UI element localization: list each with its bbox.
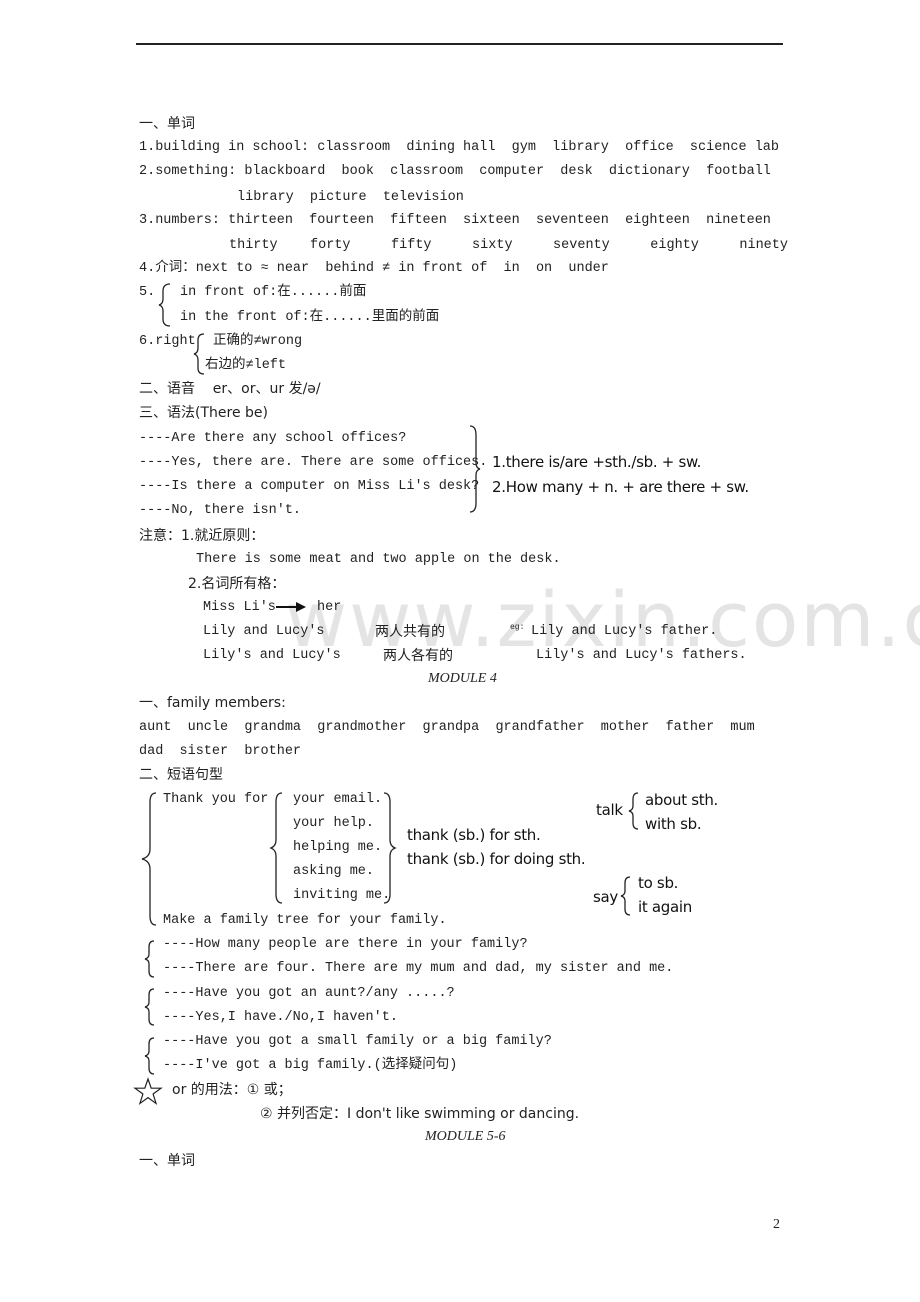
- thank-object: your email.: [293, 792, 383, 807]
- item-5-line-a: in front of:在......前面: [180, 285, 367, 300]
- possessive-heading: 2.名词所有格：: [188, 576, 286, 592]
- dialog-line: ----Yes, there are. There are some offic…: [139, 455, 488, 470]
- or-usage-2: ② 并列否定：I don't like swimming or dancing.: [260, 1106, 580, 1122]
- item-6-line-b: 右边的≠left: [205, 358, 287, 373]
- page-number: 2: [773, 1217, 780, 1232]
- thank-you-for: Thank you for: [163, 792, 269, 807]
- dialog-line: ----Have you got a small family or a big…: [163, 1034, 552, 1049]
- possessive-row-left: Lily's and Lucy's: [203, 648, 341, 663]
- vocab-line-something-cont: library picture television: [237, 190, 464, 205]
- dialog-line: ----Is there a computer on Miss Li's des…: [139, 479, 480, 494]
- family-words-line: dad sister brother: [139, 744, 302, 759]
- say-item: to sb.: [638, 874, 679, 892]
- module-title: MODULE 5-6: [425, 1129, 506, 1144]
- left-brace-icon: [269, 792, 283, 904]
- left-brace-icon: [158, 283, 171, 327]
- thank-rule: thank (sb.) for doing sth.: [407, 850, 586, 868]
- vocab-line-numbers: 3.numbers: thirteen fourteen fifteen six…: [139, 213, 771, 228]
- family-heading: 一、family members:: [139, 695, 286, 711]
- talk-item: with sb.: [645, 815, 702, 833]
- item-6-line-a: 正确的≠wrong: [213, 334, 303, 349]
- dialog-line: ----Have you got an aunt?/any .....?: [163, 986, 455, 1001]
- phrases-heading: 二、短语句型: [139, 767, 223, 783]
- vocab-line-prepositions: 4.介词：next to ≈ near behind ≠ in front of…: [139, 261, 609, 276]
- possessive-pronoun: her: [317, 600, 342, 615]
- module-title: MODULE 4: [428, 671, 497, 686]
- grammar-rule: 2.How many + n. + are there + sw.: [492, 478, 749, 496]
- right-brace-icon: [469, 425, 481, 513]
- thank-object: asking me.: [293, 864, 375, 879]
- possessive-row-meaning: 两人共有的: [375, 624, 445, 640]
- dialog-line: ----There are four. There are my mum and…: [163, 961, 674, 976]
- dialog-line: ----I've got a big family.(选择疑问句): [163, 1058, 458, 1073]
- left-brace-icon: [144, 940, 155, 978]
- talk-verb: talk: [596, 801, 623, 819]
- arrow-right-icon: [276, 602, 306, 612]
- say-verb: say: [593, 888, 618, 906]
- right-brace-icon: [383, 792, 397, 904]
- talk-item: about sth.: [645, 791, 719, 809]
- left-brace-icon: [141, 792, 157, 926]
- left-brace-icon: [144, 1037, 155, 1075]
- section-heading-phonetics: 二、语音 er、or、ur 发/ə/: [139, 381, 321, 397]
- thank-object: helping me.: [293, 840, 383, 855]
- dialog-line: ----Yes,I have./No,I haven't.: [163, 1010, 398, 1025]
- grammar-rule: 1.there is/are +sth./sb. + sw.: [492, 453, 702, 471]
- possessive-row-example: Lily and Lucy's father.: [531, 624, 718, 639]
- item-6-number: 6.right: [139, 334, 196, 349]
- possessive-row-left: Lily and Lucy's: [203, 624, 325, 639]
- or-usage-1: or 的用法：① 或；: [172, 1082, 292, 1098]
- section-heading-grammar: 三、语法(There be): [139, 405, 268, 421]
- thank-object: your help.: [293, 816, 375, 831]
- left-brace-icon: [620, 876, 631, 916]
- star-icon: [133, 1077, 163, 1106]
- dialog-line: ----No, there isn't.: [139, 503, 302, 518]
- eg-label: eg:: [510, 623, 525, 632]
- thank-rule: thank (sb.) for sth.: [407, 826, 541, 844]
- vocab-line-buildings: 1.building in school: classroom dining h…: [139, 140, 780, 155]
- possessive-example: Miss Li's: [203, 600, 276, 615]
- note-heading: 注意：1.就近原则：: [139, 528, 265, 544]
- family-words-line: aunt uncle grandma grandmother grandpa g…: [139, 720, 755, 735]
- thank-object: inviting me.: [293, 888, 391, 903]
- possessive-row-example: Lily's and Lucy's fathers.: [536, 648, 747, 663]
- dialog-line: ----Are there any school offices?: [139, 431, 407, 446]
- possessive-row-meaning: 两人各有的: [383, 648, 453, 664]
- left-brace-icon: [628, 792, 639, 830]
- dialog-line: ----How many people are there in your fa…: [163, 937, 528, 952]
- note-example: There is some meat and two apple on the …: [196, 552, 561, 567]
- family-tree-line: Make a family tree for your family.: [163, 913, 447, 928]
- vocab-line-numbers-cont: thirty forty fifty sixty seventy eighty …: [229, 238, 788, 253]
- vocab-line-something: 2.something: blackboard book classroom c…: [139, 164, 771, 179]
- header-rule: [136, 43, 783, 45]
- say-item: it again: [638, 898, 692, 916]
- left-brace-icon: [144, 988, 155, 1026]
- item-5-line-b: in the front of:在......里面的前面: [180, 310, 440, 325]
- item-5-number: 5.: [139, 285, 156, 300]
- section-heading-vocab: 一、单词: [139, 1153, 195, 1169]
- section-heading-vocab: 一、单词: [139, 116, 195, 132]
